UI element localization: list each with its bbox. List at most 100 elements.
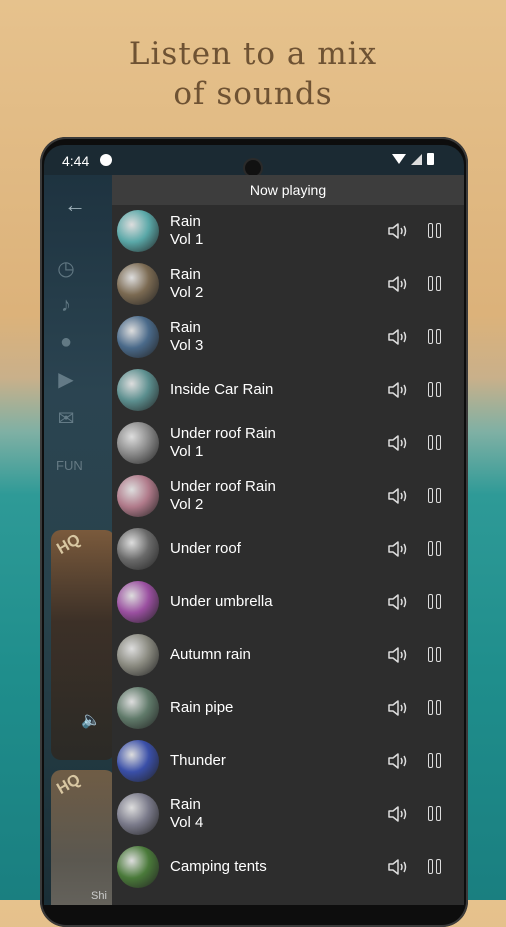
sound-thumbnail [117,210,159,252]
hq-badge: HQ [54,771,84,798]
pause-icon[interactable] [428,857,442,877]
sound-title: Rain Vol 4 [170,796,203,832]
sound-volume-label: Vol 4 [170,814,204,831]
sound-name: Under umbrella [170,593,273,610]
sound-thumbnail [117,475,159,517]
sound-thumbnail [117,740,159,782]
sound-title: Rain Vol 1 [170,213,203,249]
sound-thumbnail [117,263,159,305]
sound-title: Rain Vol 3 [170,319,203,355]
volume-icon[interactable] [387,486,409,506]
sound-name: Under roof [170,540,241,557]
sound-title: Under roof Rain Vol 2 [170,478,276,514]
sound-row[interactable]: Rain Vol 4 [112,788,464,841]
pause-icon[interactable] [428,751,442,771]
volume-icon[interactable] [387,804,409,824]
sound-title: Autumn rain [170,646,251,664]
volume-icon[interactable] [387,327,409,347]
sound-thumbnail [117,581,159,623]
sound-thumbnail [117,793,159,835]
sound-name: Rain [170,213,201,230]
headline-line-1: Listen to a mix [128,36,378,72]
sound-thumbnail [117,634,159,676]
wifi-icon [392,154,406,164]
volume-icon[interactable] [387,274,409,294]
sound-name: Rain pipe [170,699,234,716]
sound-row[interactable]: Inside Car Rain [112,364,464,417]
pause-icon[interactable] [428,221,442,241]
sound-row[interactable]: Thunder [112,735,464,788]
sound-volume-label: Vol 1 [170,231,204,248]
now-playing-panel: Now playing Rain Vol 1 Rain Vol 2 Rain Vol 3I… [112,175,464,905]
sound-name: Under roof Rain [170,425,276,442]
volume-icon[interactable] [387,433,409,453]
sound-row[interactable]: Rain Vol 3 [112,311,464,364]
sound-thumbnail [117,528,159,570]
sound-name: Rain [170,266,201,283]
volume-icon[interactable] [387,221,409,241]
status-time: 4:44 [62,153,90,169]
sound-name: Autumn rain [170,646,251,663]
chat-icon[interactable]: ✉ [54,407,78,431]
sound-row[interactable]: Under roof [112,523,464,576]
sound-row[interactable]: Rain pipe [112,682,464,735]
hq-badge: HQ [54,531,84,558]
notification-icon [100,154,112,166]
sound-name: Rain [170,796,201,813]
sound-thumbnail [117,687,159,729]
sound-thumbnail [117,846,159,888]
timer-icon[interactable]: ◷ [54,257,78,281]
sound-title: Under roof [170,540,241,558]
sound-volume-label: Vol 3 [170,337,204,354]
sound-row[interactable]: Under roof Rain Vol 1 [112,417,464,470]
sound-name: Camping tents [170,858,267,875]
volume-icon[interactable] [387,751,409,771]
sound-title: Rain pipe [170,699,233,717]
sound-row[interactable]: Camping tents [112,841,464,894]
sound-thumbnail [117,369,159,411]
pause-icon[interactable] [428,486,442,506]
pause-icon[interactable] [428,433,442,453]
pause-icon[interactable] [428,592,442,612]
pause-icon[interactable] [428,327,442,347]
pause-icon[interactable] [428,645,442,665]
sound-title: Under roof Rain Vol 1 [170,425,276,461]
sound-title: Rain Vol 2 [170,266,203,302]
sound-row[interactable]: Under roof Rain Vol 2 [112,470,464,523]
sound-name: Rain [170,319,201,336]
volume-icon[interactable] [387,380,409,400]
sound-row[interactable]: Under umbrella [112,576,464,629]
sound-volume-label: Vol 1 [170,443,204,460]
back-arrow-icon[interactable]: ← [64,194,86,216]
sound-row[interactable]: Rain Vol 2 [112,258,464,311]
sound-volume-label: Vol 2 [170,284,204,301]
pause-icon[interactable] [428,380,442,400]
sound-thumbnail [117,422,159,464]
volume-icon[interactable] [387,592,409,612]
card-volume-icon[interactable]: 🔈 [81,710,101,730]
volume-icon[interactable] [387,539,409,559]
sound-card[interactable]: HQ Shi [51,770,115,905]
sound-name: Inside Car Rain [170,381,274,398]
volume-icon[interactable]: ♪ [54,293,78,317]
sound-volume-label: Vol 2 [170,496,204,513]
headline: Listen to a mix of sounds [0,34,506,114]
volume-icon[interactable] [387,645,409,665]
sidebar: ← ◷ ♪ ● ▶ ✉ FUN HQ 🔈 HQ Shi [44,175,115,905]
pause-icon[interactable] [428,539,442,559]
settings-icon[interactable]: ● [54,330,78,354]
volume-icon[interactable] [387,857,409,877]
pause-icon[interactable] [428,698,442,718]
sound-row[interactable]: Rain Vol 1 [112,205,464,258]
sound-title: Camping tents [170,858,267,876]
sound-title: Thunder [170,752,226,770]
play-store-icon[interactable]: ▶ [54,368,78,392]
volume-icon[interactable] [387,698,409,718]
sound-row[interactable]: Autumn rain [112,629,464,682]
sound-card[interactable]: HQ 🔈 [51,530,115,760]
sound-thumbnail [117,316,159,358]
pause-icon[interactable] [428,804,442,824]
phone-screen: 4:44 ← ◷ ♪ ● ▶ ✉ FUN HQ 🔈 HQ Shi Now pla… [44,145,464,905]
status-bar: 4:44 [44,145,464,176]
pause-icon[interactable] [428,274,442,294]
